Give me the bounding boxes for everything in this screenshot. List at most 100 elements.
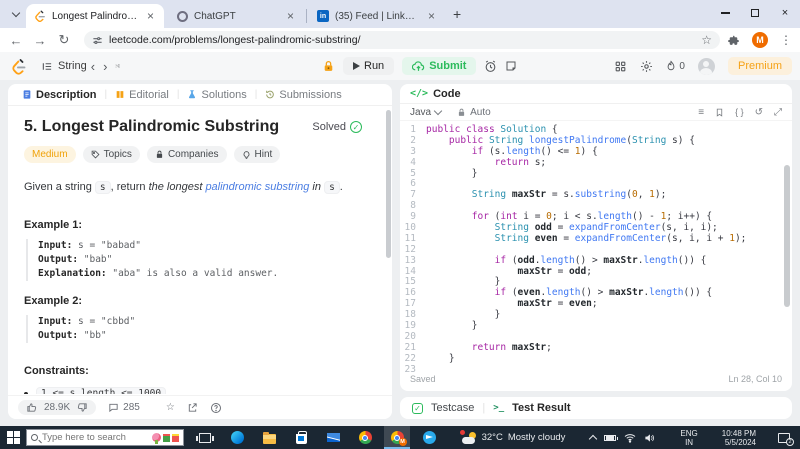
battery-icon[interactable] [604, 434, 619, 441]
tab-testcase[interactable]: Testcase [431, 402, 474, 414]
maximize-button[interactable] [740, 0, 770, 26]
browser-menu-icon[interactable]: ⋮ [780, 33, 792, 47]
code-line[interactable]: 19 } [400, 320, 792, 332]
language-selector[interactable]: Java [410, 106, 443, 118]
constraint-code: 1 <= s.length <= 1000 [36, 387, 167, 394]
url-text[interactable]: leetcode.com/problems/longest-palindromi… [109, 34, 701, 46]
run-button[interactable]: Run [343, 57, 395, 75]
notes-icon[interactable] [505, 60, 517, 72]
taskbar-file-explorer[interactable] [256, 426, 282, 449]
bookmark-star-icon[interactable]: ☆ [701, 33, 712, 47]
tab-editorial[interactable]: Editorial [115, 89, 169, 101]
minimize-button[interactable] [710, 0, 740, 26]
auto-toggle[interactable]: Auto [457, 107, 491, 118]
taskbar-store[interactable] [288, 426, 314, 449]
timer-icon[interactable] [484, 60, 497, 73]
tab-solutions[interactable]: Solutions [187, 89, 247, 101]
tab-search-button[interactable] [6, 4, 26, 24]
comments-button[interactable]: 285 [108, 402, 140, 413]
tab-close-icon[interactable]: × [145, 9, 156, 23]
new-tab-button[interactable]: + [453, 6, 461, 22]
share-button[interactable] [187, 402, 198, 413]
favorite-star-icon[interactable]: ☆ [166, 402, 175, 413]
start-button[interactable] [0, 426, 26, 449]
bookmark-icon[interactable] [715, 107, 724, 118]
hint-badge[interactable]: Hint [233, 146, 281, 163]
next-problem-button[interactable]: › [99, 59, 111, 74]
tab-submissions[interactable]: Submissions [265, 89, 342, 101]
action-center-button[interactable]: 2 [778, 432, 794, 446]
leetcode-logo[interactable] [12, 58, 27, 75]
language-indicator[interactable]: ENG IN [674, 429, 703, 447]
brackets-icon[interactable]: { } [735, 107, 744, 117]
editor-scrollbar[interactable] [784, 165, 790, 307]
streak-counter[interactable]: 0 [666, 60, 685, 72]
code-line[interactable]: 11 String even = expandFromCenter(s, i, … [400, 233, 792, 245]
taskbar-search[interactable] [26, 429, 184, 446]
code-line[interactable]: 21 return maxStr; [400, 342, 792, 354]
problem-list-button[interactable]: String [41, 60, 87, 72]
user-avatar[interactable] [697, 57, 715, 75]
feedback-button[interactable] [210, 402, 222, 414]
taskbar-edge[interactable] [224, 426, 250, 449]
browser-tab-chatgpt[interactable]: ChatGPT × [168, 4, 304, 28]
code-line[interactable]: 22 } [400, 353, 792, 365]
taskbar-mail[interactable] [320, 426, 346, 449]
back-button[interactable]: ← [4, 33, 28, 48]
edge-icon [230, 431, 244, 444]
search-input[interactable] [42, 432, 134, 443]
settings-gear-icon[interactable] [640, 60, 653, 73]
tab-test-result[interactable]: Test Result [512, 402, 570, 414]
thumbs-down-icon[interactable] [77, 402, 88, 413]
problem-list-icon [42, 62, 52, 70]
companies-badge[interactable]: Companies [146, 146, 227, 163]
close-window-button[interactable]: × [770, 0, 800, 26]
code-line[interactable]: 7 String maxStr = s.substring(0, 1); [400, 189, 792, 201]
volume-icon[interactable] [644, 433, 655, 443]
format-code-icon[interactable]: ≡ [698, 107, 704, 118]
problem-title: 5. Longest Palindromic Substring [24, 118, 280, 135]
taskbar-chrome-profile[interactable]: M [384, 426, 410, 449]
shuffle-icon[interactable] [111, 60, 124, 72]
search-highlight-decoration[interactable] [152, 433, 179, 444]
wifi-icon[interactable] [624, 433, 636, 443]
site-info-icon[interactable] [92, 35, 103, 46]
file-explorer-icon [262, 431, 276, 444]
tab-separator [306, 9, 307, 23]
browser-tab-leetcode[interactable]: Longest Palindromic Substring × [26, 4, 164, 28]
code-area[interactable]: 1 public class Solution {2 public String … [400, 121, 792, 372]
premium-button[interactable]: Premium [727, 57, 792, 75]
taskbar-clock[interactable]: 10:48 PM 5/5/2024 [716, 429, 762, 447]
palindromic-substring-link[interactable]: palindromic substring [205, 181, 309, 193]
thumbs-up-icon[interactable] [26, 402, 37, 413]
code-line[interactable]: 23 [400, 364, 792, 372]
taskbar-telegram[interactable] [416, 426, 442, 449]
browser-tab-linkedin[interactable]: in (35) Feed | LinkedIn × [309, 4, 445, 28]
difficulty-badge[interactable]: Medium [24, 146, 76, 163]
tab-close-icon[interactable]: × [285, 9, 296, 23]
taskbar-chrome[interactable] [352, 426, 378, 449]
apps-grid-icon[interactable] [614, 60, 627, 73]
code-line[interactable]: 5 } [400, 168, 792, 180]
tray-expand-icon[interactable] [589, 434, 598, 444]
description-scrollbar[interactable] [386, 110, 391, 258]
weather-widget[interactable]: 32°C Mostly cloudy [456, 429, 572, 444]
browser-profile-avatar[interactable]: M [752, 32, 768, 48]
task-view-button[interactable] [192, 426, 218, 449]
forward-button[interactable]: → [28, 33, 52, 48]
example2-label: Example 2: [24, 295, 83, 307]
fullscreen-icon[interactable]: ⤢ [774, 107, 782, 118]
topics-badge[interactable]: Topics [82, 146, 140, 163]
debugger-lock-icon[interactable] [322, 60, 335, 73]
reload-button[interactable]: ↻ [52, 32, 76, 48]
tab-description[interactable]: Description [22, 89, 97, 101]
address-bar[interactable]: leetcode.com/problems/longest-palindromi… [84, 31, 720, 49]
reset-code-icon[interactable]: ↺ [755, 107, 763, 118]
submit-button[interactable]: Submit [402, 57, 477, 75]
chrome-icon: M [390, 431, 407, 446]
tab-close-icon[interactable]: × [426, 9, 437, 23]
constraints-label: Constraints: [24, 365, 89, 377]
prev-problem-button[interactable]: ‹ [87, 59, 99, 74]
extensions-puzzle-icon[interactable] [727, 34, 740, 47]
lang-code: ENG [680, 428, 698, 438]
